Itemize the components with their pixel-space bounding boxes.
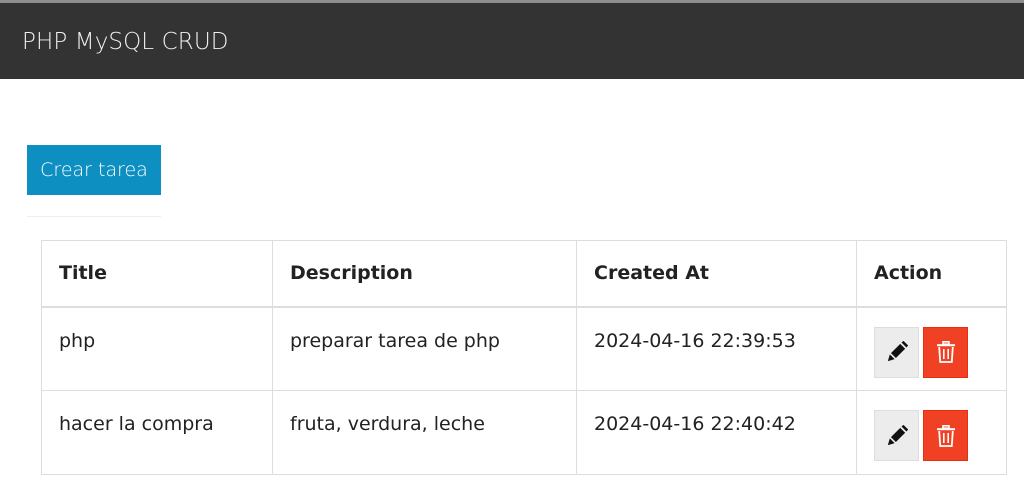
cell-description: fruta, verdura, leche <box>272 390 577 475</box>
edit-button[interactable] <box>874 326 919 378</box>
tasks-table: Title Description Created At Action php … <box>41 240 1007 475</box>
cell-action <box>856 306 1007 391</box>
delete-button[interactable] <box>923 326 968 378</box>
trash-icon <box>936 424 955 447</box>
table-row: hacer la compra fruta, verdura, leche 20… <box>41 390 1007 475</box>
cell-action <box>856 390 1007 475</box>
cell-created-at: 2024-04-16 22:39:53 <box>576 306 857 391</box>
delete-button[interactable] <box>923 410 968 461</box>
column-header-created-at: Created At <box>576 240 857 308</box>
cell-title: php <box>41 306 273 391</box>
pencil-icon <box>887 424 908 445</box>
navbar: PHP MySQL CRUD <box>0 3 1024 79</box>
edit-button[interactable] <box>874 410 919 461</box>
divider <box>27 216 161 217</box>
pencil-icon <box>887 341 908 362</box>
cell-created-at: 2024-04-16 22:40:42 <box>576 390 857 475</box>
column-header-title: Title <box>41 240 273 308</box>
column-header-description: Description <box>272 240 577 308</box>
row-actions <box>874 326 989 378</box>
table-row: php preparar tarea de php 2024-04-16 22:… <box>41 306 1007 391</box>
trash-icon <box>936 341 955 363</box>
create-task-button[interactable]: Crear tarea <box>27 145 161 195</box>
row-actions <box>874 410 989 461</box>
cell-title: hacer la compra <box>41 390 273 475</box>
cell-description: preparar tarea de php <box>272 306 577 391</box>
brand-link[interactable]: PHP MySQL CRUD <box>22 29 229 55</box>
column-header-action: Action <box>856 240 1007 308</box>
table-header-row: Title Description Created At Action <box>41 240 1007 308</box>
